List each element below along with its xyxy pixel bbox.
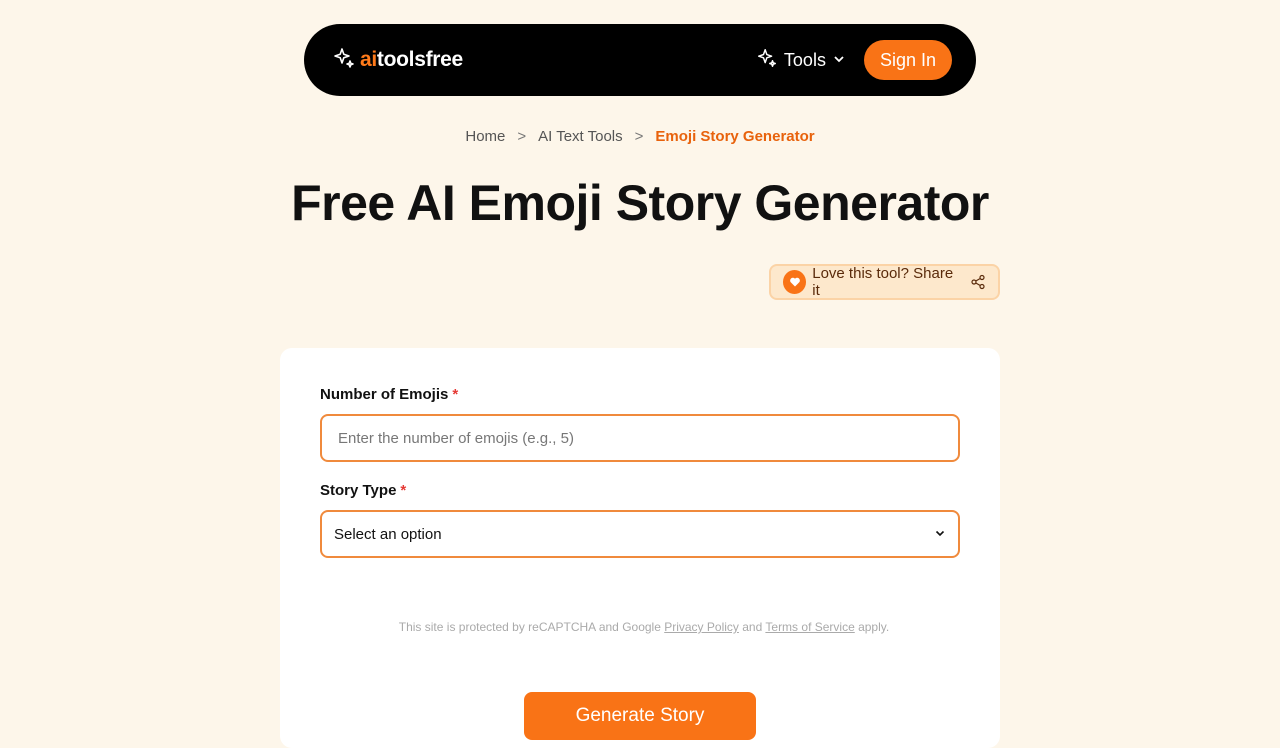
sparkles-icon [332,46,356,75]
chevron-down-icon [832,50,846,71]
generate-story-button[interactable]: Generate Story [524,692,756,740]
breadcrumb-current: Emoji Story Generator [655,128,815,145]
page-title: Free AI Emoji Story Generator [291,175,989,231]
recaptcha-notice: This site is protected by reCAPTCHA and … [398,620,890,634]
heart-icon [783,270,807,294]
site-logo[interactable]: aitoolsfree [332,46,463,75]
share-label: Love this tool? Share it [812,265,954,299]
breadcrumb-ai-text-tools[interactable]: AI Text Tools [538,128,623,145]
breadcrumb-separator: > [517,128,527,145]
terms-of-service-link[interactable]: Terms of Service [765,620,854,634]
sparkles-icon [756,47,778,74]
breadcrumb: Home > AI Text Tools > Emoji Story Gener… [0,128,1280,145]
tools-menu[interactable]: Tools [756,47,846,74]
share-button[interactable]: Love this tool? Share it [769,264,1000,300]
logo-text: aitoolsfree [360,48,463,71]
emoji-count-input[interactable] [320,414,960,462]
share-icon [970,274,986,290]
sign-in-button[interactable]: Sign In [863,40,952,80]
top-navbar: aitoolsfree Tools Sign In [304,24,976,96]
privacy-policy-link[interactable]: Privacy Policy [664,620,739,634]
story-type-label: Story Type * [320,482,407,499]
form-card: Number of Emojis* Story Type* Select an … [280,348,1000,748]
chevron-down-icon [934,526,946,543]
breadcrumb-home[interactable]: Home [465,128,505,145]
story-type-selected: Select an option [334,525,442,543]
story-type-select[interactable]: Select an option [320,510,960,558]
emojis-label: Number of Emojis * [320,386,459,403]
breadcrumb-separator: > [634,128,644,145]
tools-label: Tools [783,49,826,70]
